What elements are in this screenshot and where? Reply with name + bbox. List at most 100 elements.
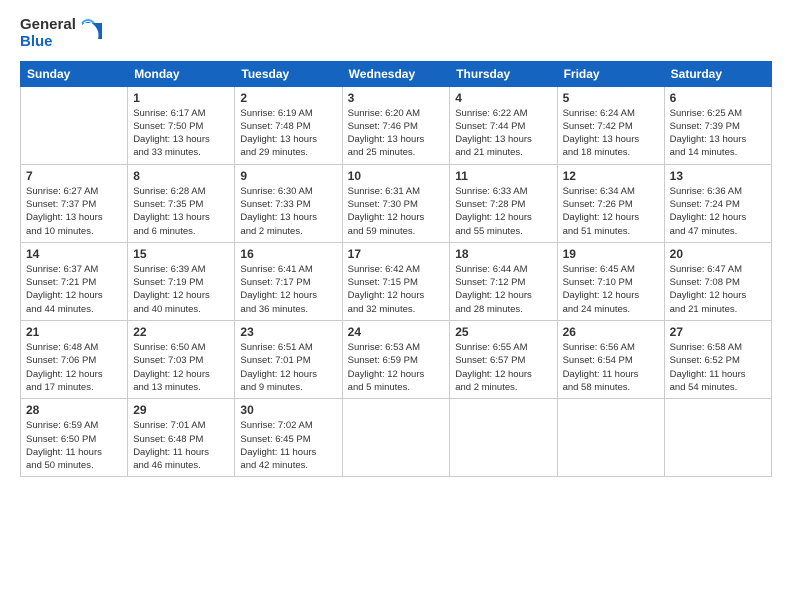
calendar-cell: 8Sunrise: 6:28 AMSunset: 7:35 PMDaylight… — [128, 164, 235, 242]
calendar-cell: 29 Sunrise: 7:01 AMSunset: 6:48 PMDayligh… — [128, 399, 235, 477]
day-info: Sunrise: 6:53 AMSunset: 6:59 PMDaylight:… — [348, 341, 445, 394]
calendar-cell: 23 Sunrise: 6:51 AMSunset: 7:01 PMDayligh… — [235, 321, 342, 399]
day-info: Sunrise: 6:20 AMSunset: 7:46 PMDaylight:… — [348, 107, 445, 160]
calendar-cell — [450, 399, 557, 477]
day-number: 3 — [348, 91, 445, 105]
day-info: Sunrise: 6:45 AMSunset: 7:10 PMDaylight:… — [563, 263, 659, 316]
day-info: Sunrise: 6:36 AMSunset: 7:24 PMDaylight:… — [670, 185, 766, 238]
calendar-cell: 11 Sunrise: 6:33 AMSunset: 7:28 PMDayligh… — [450, 164, 557, 242]
calendar-header-row: SundayMondayTuesdayWednesdayThursdayFrid… — [21, 61, 772, 86]
calendar-cell: 19 Sunrise: 6:45 AMSunset: 7:10 PMDayligh… — [557, 242, 664, 320]
day-number: 4 — [455, 91, 551, 105]
day-number: 7 — [26, 169, 122, 183]
day-info: Sunrise: 6:27 AMSunset: 7:37 PMDaylight:… — [26, 185, 122, 238]
calendar-cell — [557, 399, 664, 477]
page: General Blue SundayMondayTuesdayWednesda… — [0, 0, 792, 612]
calendar-cell: 24Sunrise: 6:53 AMSunset: 6:59 PMDayligh… — [342, 321, 450, 399]
day-number: 5 — [563, 91, 659, 105]
calendar-cell: 30 Sunrise: 7:02 AMSunset: 6:45 PMDayligh… — [235, 399, 342, 477]
day-number: 14 — [26, 247, 122, 261]
calendar-cell: 17 Sunrise: 6:42 AMSunset: 7:15 PMDayligh… — [342, 242, 450, 320]
day-number: 22 — [133, 325, 229, 339]
day-number: 25 — [455, 325, 551, 339]
logo-wave-icon — [80, 19, 102, 47]
calendar-cell — [664, 399, 771, 477]
day-info: Sunrise: 6:44 AMSunset: 7:12 PMDaylight:… — [455, 263, 551, 316]
day-number: 8 — [133, 169, 229, 183]
day-number: 6 — [670, 91, 766, 105]
day-info: Sunrise: 6:22 AMSunset: 7:44 PMDaylight:… — [455, 107, 551, 160]
day-info: Sunrise: 6:41 AMSunset: 7:17 PMDaylight:… — [240, 263, 336, 316]
calendar-header-tuesday: Tuesday — [235, 61, 342, 86]
calendar-week-row: 28 Sunrise: 6:59 AMSunset: 6:50 PMDayligh… — [21, 399, 772, 477]
day-number: 16 — [240, 247, 336, 261]
calendar-cell: 2Sunrise: 6:19 AMSunset: 7:48 PMDaylight… — [235, 86, 342, 164]
calendar-header-thursday: Thursday — [450, 61, 557, 86]
day-number: 23 — [240, 325, 336, 339]
day-number: 29 — [133, 403, 229, 417]
day-info: Sunrise: 6:50 AMSunset: 7:03 PMDaylight:… — [133, 341, 229, 394]
day-info: Sunrise: 7:01 AMSunset: 6:48 PMDaylight:… — [133, 419, 229, 472]
calendar-cell: 3 Sunrise: 6:20 AMSunset: 7:46 PMDaylight… — [342, 86, 450, 164]
day-info: Sunrise: 6:58 AMSunset: 6:52 PMDaylight:… — [670, 341, 766, 394]
day-number: 15 — [133, 247, 229, 261]
calendar-week-row: 14 Sunrise: 6:37 AMSunset: 7:21 PMDayligh… — [21, 242, 772, 320]
day-info: Sunrise: 6:30 AMSunset: 7:33 PMDaylight:… — [240, 185, 336, 238]
calendar-cell: 6Sunrise: 6:25 AMSunset: 7:39 PMDaylight… — [664, 86, 771, 164]
calendar-cell: 21 Sunrise: 6:48 AMSunset: 7:06 PMDayligh… — [21, 321, 128, 399]
logo: General Blue — [20, 16, 102, 51]
day-number: 9 — [240, 169, 336, 183]
day-number: 28 — [26, 403, 122, 417]
day-info: Sunrise: 6:37 AMSunset: 7:21 PMDaylight:… — [26, 263, 122, 316]
calendar-cell: 1Sunrise: 6:17 AMSunset: 7:50 PMDaylight… — [128, 86, 235, 164]
day-info: Sunrise: 6:17 AMSunset: 7:50 PMDaylight:… — [133, 107, 229, 160]
day-info: Sunrise: 6:59 AMSunset: 6:50 PMDaylight:… — [26, 419, 122, 472]
day-info: Sunrise: 6:55 AMSunset: 6:57 PMDaylight:… — [455, 341, 551, 394]
day-number: 10 — [348, 169, 445, 183]
calendar-cell: 10 Sunrise: 6:31 AMSunset: 7:30 PMDayligh… — [342, 164, 450, 242]
calendar-cell: 22 Sunrise: 6:50 AMSunset: 7:03 PMDayligh… — [128, 321, 235, 399]
calendar-header-saturday: Saturday — [664, 61, 771, 86]
calendar-table: SundayMondayTuesdayWednesdayThursdayFrid… — [20, 61, 772, 478]
day-info: Sunrise: 6:34 AMSunset: 7:26 PMDaylight:… — [563, 185, 659, 238]
day-info: Sunrise: 6:56 AMSunset: 6:54 PMDaylight:… — [563, 341, 659, 394]
calendar-cell: 4 Sunrise: 6:22 AMSunset: 7:44 PMDaylight… — [450, 86, 557, 164]
day-info: Sunrise: 6:42 AMSunset: 7:15 PMDaylight:… — [348, 263, 445, 316]
calendar-header-wednesday: Wednesday — [342, 61, 450, 86]
day-info: Sunrise: 6:51 AMSunset: 7:01 PMDaylight:… — [240, 341, 336, 394]
day-number: 30 — [240, 403, 336, 417]
calendar-week-row: 7 Sunrise: 6:27 AMSunset: 7:37 PMDaylight… — [21, 164, 772, 242]
calendar-cell: 16 Sunrise: 6:41 AMSunset: 7:17 PMDayligh… — [235, 242, 342, 320]
calendar-header-monday: Monday — [128, 61, 235, 86]
calendar-cell: 20 Sunrise: 6:47 AMSunset: 7:08 PMDayligh… — [664, 242, 771, 320]
calendar-week-row: 21 Sunrise: 6:48 AMSunset: 7:06 PMDayligh… — [21, 321, 772, 399]
day-info: Sunrise: 6:48 AMSunset: 7:06 PMDaylight:… — [26, 341, 122, 394]
day-number: 17 — [348, 247, 445, 261]
calendar-cell: 9 Sunrise: 6:30 AMSunset: 7:33 PMDaylight… — [235, 164, 342, 242]
day-number: 13 — [670, 169, 766, 183]
calendar-cell: 27 Sunrise: 6:58 AMSunset: 6:52 PMDayligh… — [664, 321, 771, 399]
calendar-cell: 12Sunrise: 6:34 AMSunset: 7:26 PMDayligh… — [557, 164, 664, 242]
calendar-cell: 15Sunrise: 6:39 AMSunset: 7:19 PMDayligh… — [128, 242, 235, 320]
day-number: 11 — [455, 169, 551, 183]
day-info: Sunrise: 7:02 AMSunset: 6:45 PMDaylight:… — [240, 419, 336, 472]
day-number: 21 — [26, 325, 122, 339]
day-number: 27 — [670, 325, 766, 339]
calendar-week-row: 1Sunrise: 6:17 AMSunset: 7:50 PMDaylight… — [21, 86, 772, 164]
calendar-cell: 25 Sunrise: 6:55 AMSunset: 6:57 PMDayligh… — [450, 321, 557, 399]
calendar-header-friday: Friday — [557, 61, 664, 86]
day-info: Sunrise: 6:24 AMSunset: 7:42 PMDaylight:… — [563, 107, 659, 160]
logo-general: General — [20, 16, 76, 33]
day-info: Sunrise: 6:33 AMSunset: 7:28 PMDaylight:… — [455, 185, 551, 238]
calendar-cell: 28 Sunrise: 6:59 AMSunset: 6:50 PMDayligh… — [21, 399, 128, 477]
logo-blue: Blue — [20, 33, 76, 50]
day-info: Sunrise: 6:31 AMSunset: 7:30 PMDaylight:… — [348, 185, 445, 238]
day-number: 20 — [670, 247, 766, 261]
header: General Blue — [20, 16, 772, 51]
calendar-header-sunday: Sunday — [21, 61, 128, 86]
day-number: 2 — [240, 91, 336, 105]
day-number: 26 — [563, 325, 659, 339]
day-info: Sunrise: 6:47 AMSunset: 7:08 PMDaylight:… — [670, 263, 766, 316]
calendar-cell — [21, 86, 128, 164]
day-number: 19 — [563, 247, 659, 261]
